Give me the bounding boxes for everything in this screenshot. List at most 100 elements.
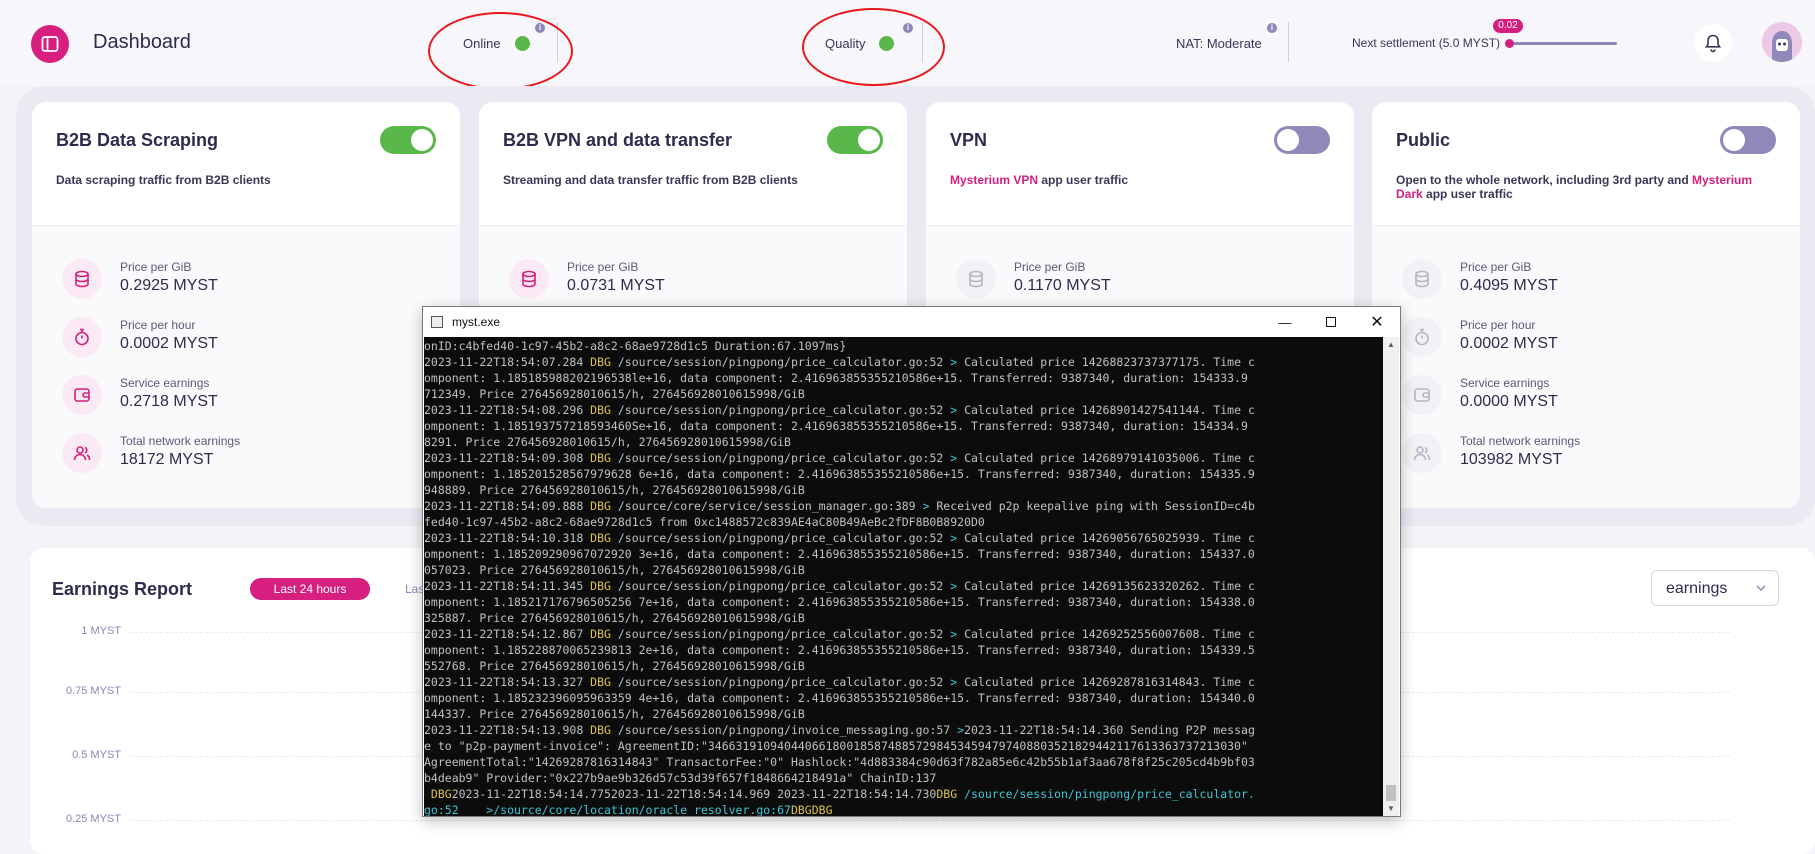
scroll-down-icon[interactable]: ▼ <box>1387 804 1395 813</box>
console-line: AgreementTotal:"14269287816314843" Trans… <box>424 755 1255 769</box>
mysterium-vpn-link[interactable]: Mysterium VPN <box>950 173 1038 187</box>
console-scrollbar[interactable]: ▲ ▼ <box>1383 337 1399 816</box>
console-line: 057023. Price 276456928010615/h, 2764569… <box>424 563 805 577</box>
service-card-b2b-scraping: B2B Data Scraping Data scraping traffic … <box>32 102 460 508</box>
scrollbar-thumb[interactable] <box>1386 785 1396 801</box>
close-button[interactable]: ✕ <box>1354 307 1400 337</box>
console-line: 2023-11-22T18:54:10.318 DBG /source/sess… <box>424 531 1255 545</box>
card-title: Public <box>1396 130 1451 150</box>
settlement-progress <box>1510 42 1617 45</box>
total-network-earnings: Total network earnings 103982 MYST <box>1372 432 1800 490</box>
console-line: go:52 >/source/core/location/oracle_reso… <box>424 803 840 816</box>
console-line: 2023-11-22T18:54:09.308 DBG /source/sess… <box>424 451 1255 465</box>
service-toggle[interactable] <box>1274 126 1330 154</box>
console-line: 2023-11-22T18:54:13.908 DBG /source/sess… <box>424 723 1255 737</box>
maximize-button[interactable] <box>1308 307 1354 337</box>
console-line: 144337. Price 276456928010615/h, 2764569… <box>424 707 805 721</box>
card-title: VPN <box>950 130 988 150</box>
scroll-up-icon[interactable]: ▲ <box>1387 340 1395 349</box>
console-output[interactable]: onID:c4bfed40-1c97-45b2-a8c2-68ae9728d1c… <box>424 337 1385 816</box>
sidebar-icon <box>41 36 59 52</box>
stopwatch-icon <box>1402 317 1442 357</box>
service-card-public: Public Open to the whole network, includ… <box>1372 102 1800 508</box>
users-icon <box>1402 433 1442 473</box>
console-line: e to "p2p-payment-invoice": AgreementID:… <box>424 739 1248 753</box>
card-description: Data scraping traffic from B2B clients <box>56 173 271 187</box>
console-app-icon <box>431 316 443 328</box>
console-line: 552768. Price 276456928010615/h, 2764569… <box>424 659 805 673</box>
avatar[interactable] <box>1762 22 1802 62</box>
nat-value: Moderate <box>1206 36 1262 51</box>
settlement-marker <box>1505 39 1514 48</box>
settlement-value: 0.02 <box>1493 19 1523 33</box>
console-line: omponent: 1.185217176796505256 7e+16, da… <box>424 595 1255 609</box>
database-icon <box>1402 259 1442 299</box>
user-avatar-icon <box>1762 22 1802 62</box>
price-per-gib: Price per GiB 0.4095 MYST <box>1372 258 1800 316</box>
sidebar-toggle-button[interactable] <box>31 25 69 63</box>
y-tick-label: 0.75 MYST <box>65 685 121 697</box>
console-line: 2023-11-22T18:54:11.345 DBG /source/sess… <box>424 579 1255 593</box>
console-line: 712349. Price 276456928010615/h, 2764569… <box>424 387 805 401</box>
wallet-icon <box>1402 375 1442 415</box>
console-line: omponent: 1.185201528567979628 6e+16, da… <box>424 467 1255 481</box>
console-line: b4deab9" Provider:"0x227b9ae9b326d57c53d… <box>424 771 937 785</box>
console-line: 8291. Price 276456928010615/h, 276456928… <box>424 435 791 449</box>
close-icon: ✕ <box>1370 314 1384 331</box>
bell-icon <box>1704 34 1722 53</box>
tab-last-24-hours[interactable]: Last 24 hours <box>250 578 370 600</box>
card-title: B2B Data Scraping <box>56 130 219 150</box>
maximize-icon <box>1326 317 1336 327</box>
service-toggle[interactable] <box>1720 126 1776 154</box>
console-line: omponent: 1.185193757218593460Se+16, dat… <box>424 419 1248 433</box>
database-icon <box>956 259 996 299</box>
settlement-label: Next settlement (5.0 MYST) <box>1352 36 1501 50</box>
service-toggle[interactable] <box>827 126 883 154</box>
y-tick-label: 0.5 MYST <box>72 749 121 761</box>
card-title: B2B VPN and data transfer <box>503 130 733 150</box>
card-description: Open to the whole network, including 3rd… <box>1396 173 1753 201</box>
y-tick-label: 1 MYST <box>81 625 121 637</box>
console-line: 948889. Price 276456928010615/h, 2764569… <box>424 483 805 497</box>
console-line: 2023-11-22T18:54:08.296 DBG /source/sess… <box>424 403 1255 417</box>
console-line: 2023-11-22T18:54:07.284 DBG /source/sess… <box>424 355 1255 369</box>
select-value: earnings <box>1666 580 1728 597</box>
chevron-down-icon <box>1754 581 1768 600</box>
database-icon <box>509 259 549 299</box>
price-per-gib: Price per GiB 0.2925 MYST <box>32 258 460 316</box>
earnings-type-select[interactable]: earnings <box>1651 570 1779 606</box>
price-per-hour: Price per hour 0.0002 MYST <box>1372 316 1800 374</box>
console-line: omponent: 1.185228870065239813 2e+16, da… <box>424 643 1255 657</box>
info-icon[interactable]: i <box>1267 23 1277 33</box>
console-line: 2023-11-22T18:54:09.888 DBG /source/core… <box>424 499 1255 513</box>
price-per-hour: Price per hour 0.0002 MYST <box>32 316 460 374</box>
console-titlebar[interactable]: myst.exe — ✕ <box>423 307 1400 337</box>
console-window[interactable]: myst.exe — ✕ onID:c4bfed40-1c97-45b2-a8c… <box>422 306 1401 817</box>
console-line: 2023-11-22T18:54:12.867 DBG /source/sess… <box>424 627 1255 641</box>
wallet-icon <box>62 375 102 415</box>
page-title: Dashboard <box>93 31 191 53</box>
earnings-report-title: Earnings Report <box>52 579 193 599</box>
users-icon <box>62 433 102 473</box>
console-line: omponent: 1.185232396095963359 4e+16, da… <box>424 691 1255 705</box>
card-description: Streaming and data transfer traffic from… <box>503 173 798 187</box>
stopwatch-icon <box>62 317 102 357</box>
annotation-circle <box>802 8 945 86</box>
service-earnings: Service earnings 0.2718 MYST <box>32 374 460 432</box>
database-icon <box>62 259 102 299</box>
console-title: myst.exe <box>452 315 501 329</box>
console-line: onID:c4bfed40-1c97-45b2-a8c2-68ae9728d1c… <box>424 339 847 353</box>
console-line: omponent: 1.185185988202196538le+16, dat… <box>424 371 1248 385</box>
service-toggle[interactable] <box>380 126 436 154</box>
divider <box>1288 22 1289 62</box>
gridline <box>130 820 1730 821</box>
console-line: DBG2023-11-22T18:54:14.7752023-11-22T18:… <box>424 787 1255 801</box>
console-line: 325887. Price 276456928010615/h, 2764569… <box>424 611 805 625</box>
service-earnings: Service earnings 0.0000 MYST <box>1372 374 1800 432</box>
notifications-button[interactable] <box>1694 24 1732 62</box>
minimize-button[interactable]: — <box>1262 307 1308 337</box>
console-line: 2023-11-22T18:54:13.327 DBG /source/sess… <box>424 675 1255 689</box>
card-description: Mysterium VPN app user traffic <box>950 173 1129 187</box>
nat-status: NAT: Moderate <box>1176 36 1262 51</box>
annotation-circle <box>428 12 573 90</box>
